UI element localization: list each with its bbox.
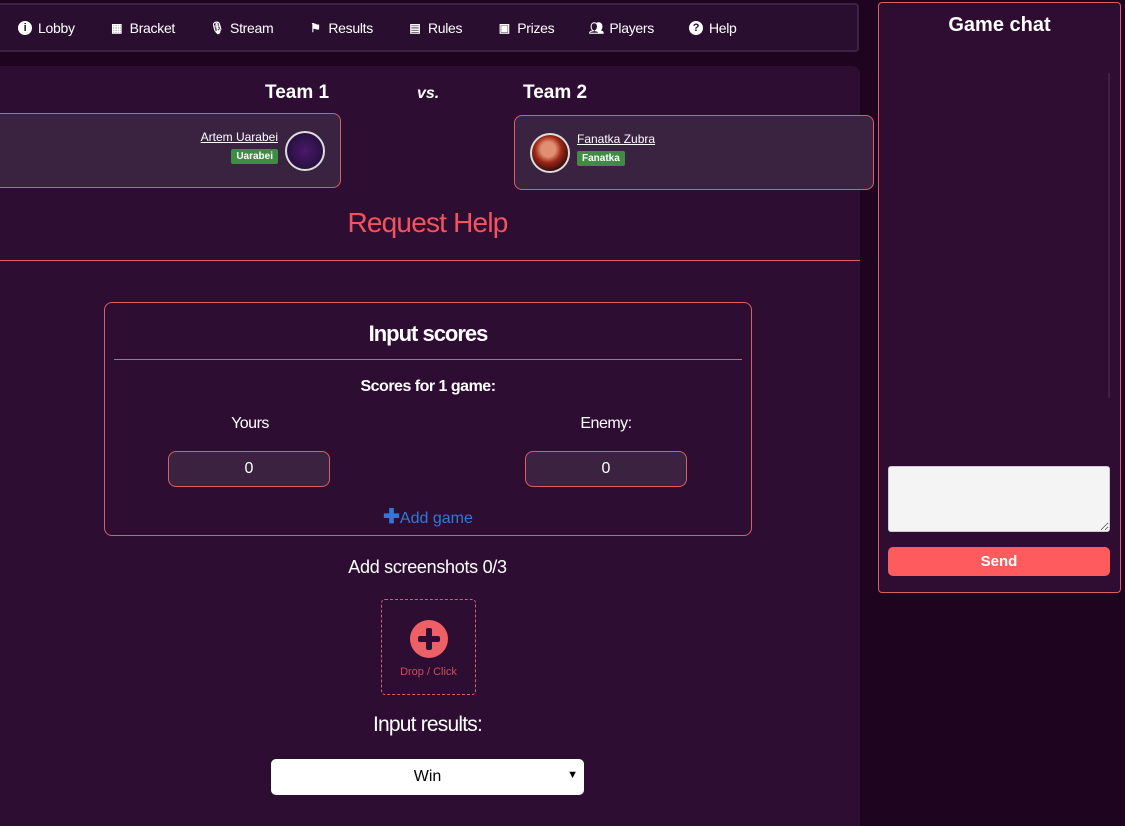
divider (114, 359, 742, 360)
match-panel: Team 1 vs. Team 2 Artem Uarabei Uarabei … (0, 66, 874, 826)
enemy-score-input[interactable] (525, 451, 687, 487)
divider (0, 260, 860, 261)
avatar (285, 131, 325, 171)
chat-message-input[interactable] (888, 466, 1110, 532)
team1-player-tag: Uarabei (231, 149, 278, 164)
nav-stream[interactable]: 🎙︎ Stream (209, 20, 274, 36)
nav-help[interactable]: ? Help (688, 20, 737, 36)
vs-label: vs. (417, 85, 440, 102)
nav-bracket[interactable]: ▦ Bracket (110, 20, 175, 36)
yours-score-input[interactable] (168, 451, 330, 487)
team2-title: Team 2 (523, 82, 588, 103)
avatar (530, 133, 570, 173)
scores-subtitle: Scores for 1 game: (360, 378, 496, 395)
gift-icon: ▣ (498, 20, 510, 35)
team1-player-name[interactable]: Artem Uarabei (201, 130, 278, 144)
microphone-icon: 🎙︎ (209, 20, 225, 35)
chat-title: Game chat (948, 14, 1051, 36)
flag-icon: ⚑ (310, 20, 321, 35)
input-scores-title: Input scores (368, 321, 489, 346)
plus-circle-icon (409, 620, 448, 658)
question-icon: ? (688, 20, 703, 35)
screenshots-label: Add screenshots 0/3 (348, 557, 507, 577)
chevron-down-icon: ▼ (567, 769, 578, 781)
team2-player-name[interactable]: Fanatka Zubra (577, 132, 655, 146)
table-icon: ▦ (111, 20, 123, 35)
top-nav: i Lobby ▦ Bracket 🎙︎ Stream ⚑ Results ▤ Rules… (0, 3, 859, 52)
team1-title: Team 1 (265, 82, 330, 103)
result-select[interactable]: Win ▼ (271, 759, 584, 795)
nav-rules[interactable]: ▤ Rules (408, 20, 462, 36)
input-scores-panel: Input scores Scores for 1 game: Yours En… (104, 302, 752, 536)
plus-icon: ✚ (383, 506, 400, 528)
dropzone-label: Drop / Click (400, 666, 457, 678)
chat-scrollbar[interactable] (1108, 73, 1110, 398)
book-icon: ▤ (409, 20, 421, 35)
nav-results[interactable]: ⚑ Results (308, 20, 373, 36)
request-help-button[interactable]: Request Help (0, 207, 855, 239)
screenshot-dropzone[interactable]: Drop / Click (381, 599, 476, 695)
team2-player-tag: Fanatka (577, 151, 625, 166)
nav-prizes[interactable]: ▣ Prizes (497, 20, 555, 36)
nav-lobby[interactable]: i Lobby (18, 20, 75, 36)
yours-label: Yours (231, 415, 269, 432)
users-icon: 👥︎ (588, 20, 604, 35)
team1-player-card: Artem Uarabei Uarabei (0, 113, 341, 188)
enemy-label: Enemy: (580, 415, 632, 432)
results-label: Input results: (372, 713, 483, 736)
info-icon: i (18, 20, 32, 35)
game-chat-panel: Game chat Send (878, 2, 1121, 593)
nav-players[interactable]: 👥︎ Players (589, 20, 654, 36)
add-game-button[interactable]: ✚Add game (105, 504, 751, 529)
send-button[interactable]: Send (888, 547, 1110, 576)
team2-player-card: Fanatka Zubra Fanatka (514, 115, 874, 190)
